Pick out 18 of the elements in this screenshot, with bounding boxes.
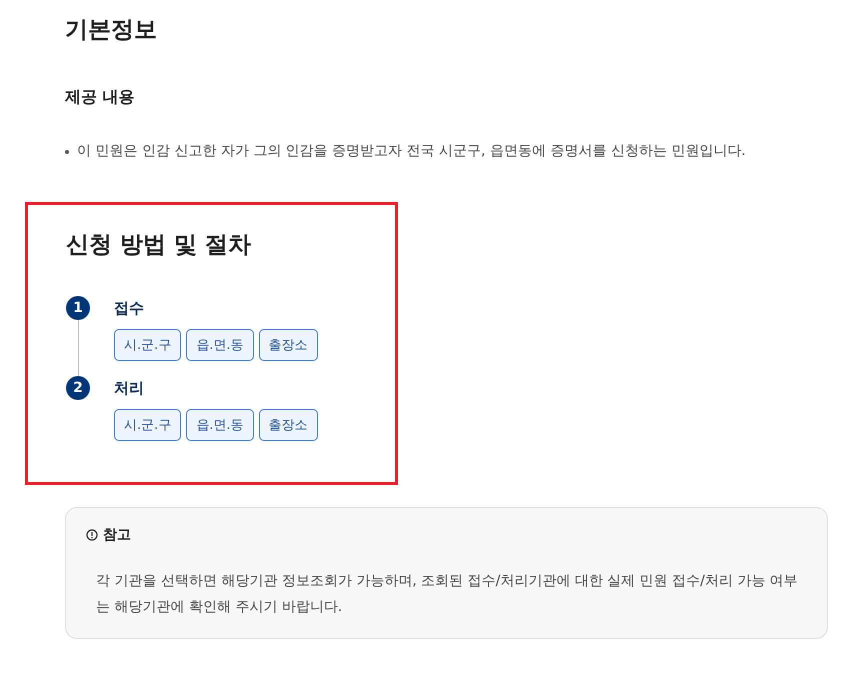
agency-button[interactable]: 시.군.구: [114, 329, 182, 361]
note-title: 참고: [103, 526, 131, 544]
agency-button[interactable]: 출장소: [258, 329, 318, 361]
step-number: 2: [66, 376, 90, 400]
step-label: 처리: [114, 378, 145, 399]
agency-button[interactable]: 읍.면.동: [186, 329, 254, 361]
step-number: 1: [66, 296, 90, 320]
bullet-icon: [65, 150, 69, 154]
description-text: 이 민원은 인감 신고한 자가 그의 인감을 증명받고자 전국 시군구, 읍면동에 증명서를 신청하는 민원입니다.: [77, 142, 746, 160]
section-title: 신청 방법 및 절차: [66, 231, 252, 260]
agency-button[interactable]: 시.군.구: [114, 409, 182, 441]
subsection-title: 제공 내용: [65, 87, 136, 108]
note-text: 각 기관을 선택하면 해당기관 정보조회가 가능하며, 조회된 접수/처리기관에 대한 실제 민원 접수/처리 가능 여부는 해당기관에 확인해 주시기 바랍니다.: [96, 572, 799, 617]
section-title: 기본정보: [65, 16, 158, 45]
step-label: 접수: [114, 298, 145, 319]
agency-button[interactable]: 출장소: [258, 409, 318, 441]
agency-button[interactable]: 읍.면.동: [186, 409, 254, 441]
info-icon: [86, 529, 98, 541]
